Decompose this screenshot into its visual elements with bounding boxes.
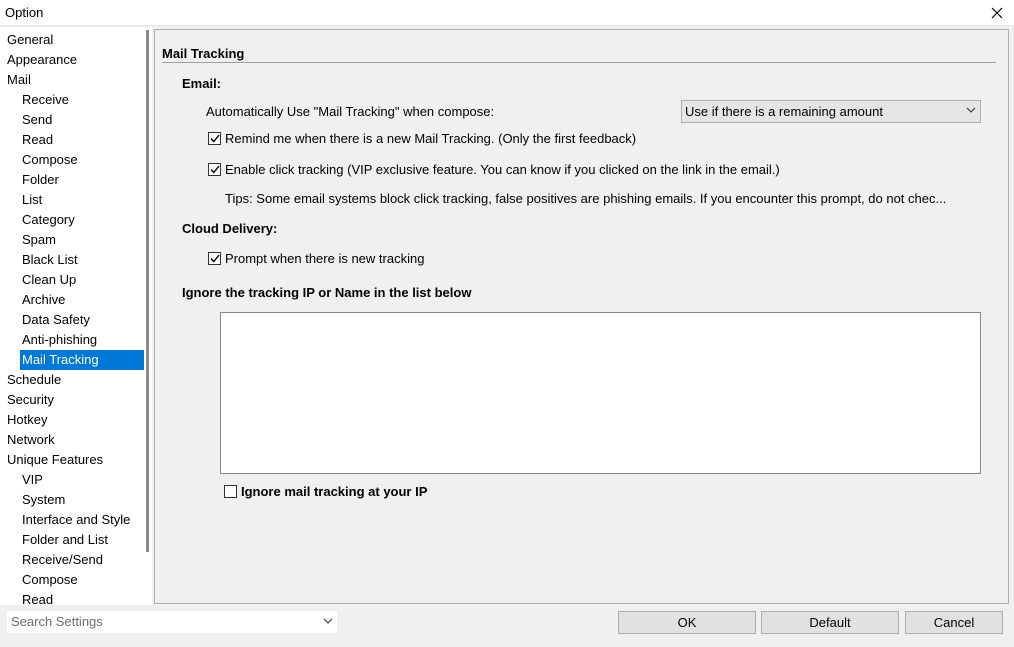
sidebar-item-system[interactable]: System (0, 490, 144, 510)
checkbox-box[interactable] (208, 252, 221, 265)
settings-nav: General Appearance Mail Receive Send Read Comp… (0, 27, 152, 605)
default-button[interactable]: Default (761, 611, 899, 634)
checkmark-icon (209, 165, 220, 174)
checkmark-icon (209, 254, 220, 263)
nav-scrollbar[interactable] (146, 30, 149, 552)
sidebar-item-network[interactable]: Network (0, 430, 144, 450)
prompt-tracking-checkbox[interactable]: Prompt when there is new tracking (208, 251, 424, 266)
close-button[interactable] (980, 0, 1014, 26)
sidebar-item-general[interactable]: General (0, 30, 144, 50)
sidebar-item-clean-up[interactable]: Clean Up (0, 270, 144, 290)
ignore-ip-checkbox[interactable]: Ignore mail tracking at your IP (224, 484, 427, 499)
tips-text: Tips: Some email systems block click tra… (225, 191, 947, 206)
section-title: Mail Tracking (162, 46, 245, 61)
sidebar-item-read[interactable]: Read (0, 590, 144, 605)
checkbox-box[interactable] (224, 485, 237, 498)
sidebar-item-receive[interactable]: Receive (0, 90, 144, 110)
remind-label: Remind me when there is a new Mail Track… (225, 131, 637, 146)
sidebar-item-spam[interactable]: Spam (0, 230, 144, 250)
settings-nav-list: General Appearance Mail Receive Send Read Comp… (0, 30, 146, 605)
remind-checkbox[interactable]: Remind me when there is a new Mail Track… (208, 131, 636, 146)
chevron-down-icon (966, 107, 976, 113)
window-title: Option (5, 5, 44, 20)
sidebar-item-compose[interactable]: Compose (0, 150, 144, 170)
sidebar-item-mail-tracking[interactable]: Mail Tracking (20, 350, 144, 370)
sidebar-item-security[interactable]: Security (0, 390, 144, 410)
sidebar-item-anti-phishing[interactable]: Anti-phishing (0, 330, 144, 350)
sidebar-item-read[interactable]: Read (0, 130, 144, 150)
auto-use-select[interactable]: Use if there is a remaining amount (681, 100, 981, 123)
click-tracking-checkbox[interactable]: Enable click tracking (VIP exclusive fea… (208, 162, 780, 177)
auto-use-label: Automatically Use "Mail Tracking" when c… (206, 104, 495, 119)
sidebar-item-compose[interactable]: Compose (0, 570, 144, 590)
auto-use-value: Use if there is a remaining amount (685, 104, 883, 119)
sidebar-item-appearance[interactable]: Appearance (0, 50, 144, 70)
sidebar-item-hotkey[interactable]: Hotkey (0, 410, 144, 430)
checkbox-box[interactable] (208, 163, 221, 176)
checkmark-icon (209, 134, 220, 143)
ignore-ip-label: Ignore mail tracking at your IP (241, 484, 428, 499)
sidebar-item-schedule[interactable]: Schedule (0, 370, 144, 390)
settings-panel: Mail Tracking Email: Automatically Use "… (154, 29, 1009, 604)
sidebar-item-folder-and-list[interactable]: Folder and List (0, 530, 144, 550)
sidebar-item-receive-send[interactable]: Receive/Send (0, 550, 144, 570)
cloud-delivery-heading: Cloud Delivery: (182, 221, 278, 236)
close-icon (991, 7, 1003, 19)
ok-button[interactable]: OK (618, 611, 756, 634)
ignore-list-heading: Ignore the tracking IP or Name in the li… (182, 285, 472, 300)
ignore-list[interactable] (220, 312, 981, 474)
sidebar-item-data-safety[interactable]: Data Safety (0, 310, 144, 330)
sidebar-item-black-list[interactable]: Black List (0, 250, 144, 270)
sidebar-item-vip[interactable]: VIP (0, 470, 144, 490)
sidebar-item-archive[interactable]: Archive (0, 290, 144, 310)
sidebar-item-interface-and-style[interactable]: Interface and Style (0, 510, 144, 530)
search-settings-input[interactable]: Search Settings (7, 611, 337, 633)
title-bar: Option (0, 0, 1014, 26)
chevron-down-icon (323, 618, 333, 624)
cancel-button[interactable]: Cancel (905, 611, 1003, 634)
section-divider (162, 62, 996, 63)
sidebar-item-category[interactable]: Category (0, 210, 144, 230)
sidebar-item-unique-features[interactable]: Unique Features (0, 450, 144, 470)
sidebar-item-send[interactable]: Send (0, 110, 144, 130)
email-heading: Email: (182, 76, 222, 91)
checkbox-box[interactable] (208, 132, 221, 145)
sidebar-item-folder[interactable]: Folder (0, 170, 144, 190)
click-tracking-label: Enable click tracking (VIP exclusive fea… (225, 162, 780, 177)
search-placeholder: Search Settings (11, 614, 103, 629)
sidebar-item-list[interactable]: List (0, 190, 144, 210)
sidebar-item-mail[interactable]: Mail (0, 70, 144, 90)
prompt-tracking-label: Prompt when there is new tracking (225, 251, 425, 266)
